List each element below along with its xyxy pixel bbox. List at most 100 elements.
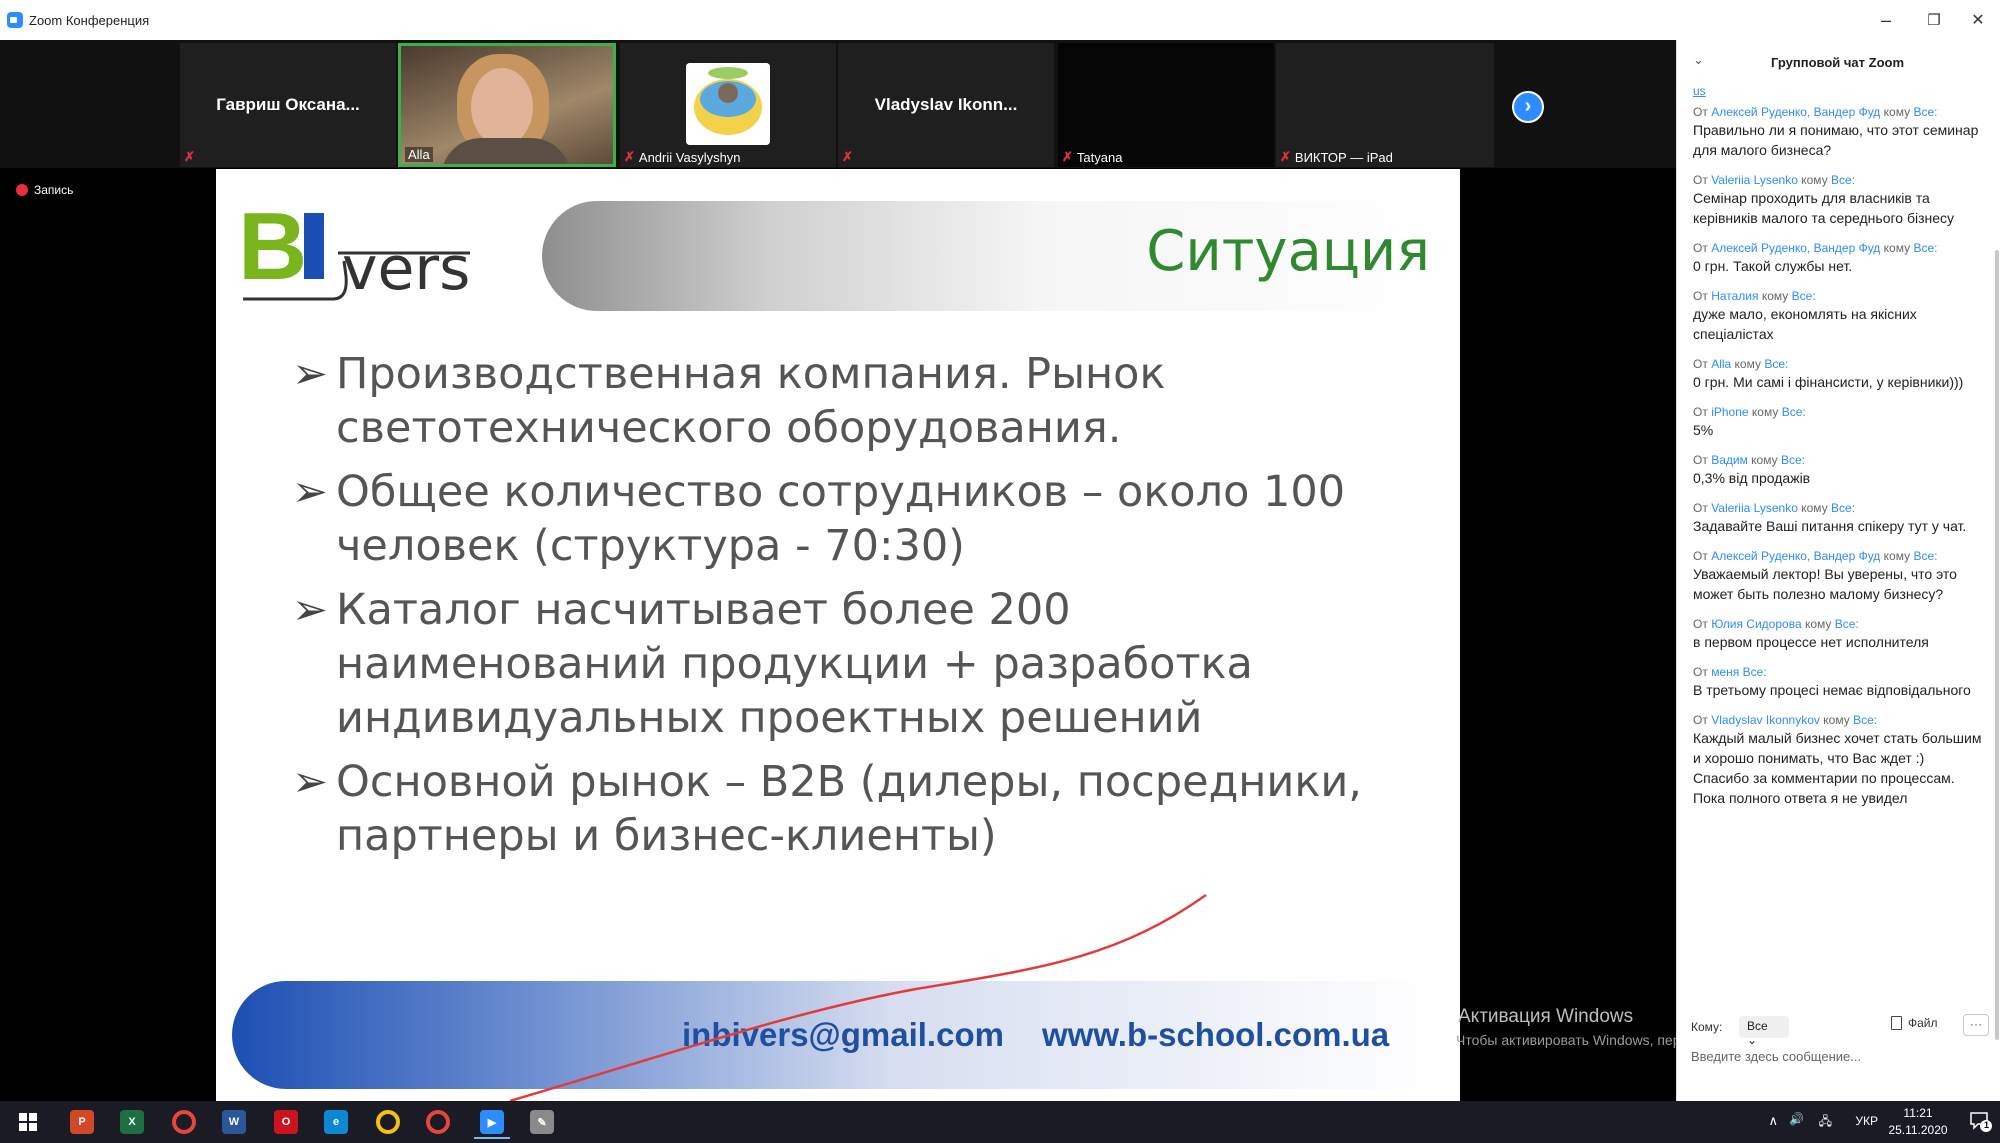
message-text: Семінар проходить для власників та керів…	[1693, 190, 1955, 226]
chat-scrollbar[interactable]	[1995, 250, 1999, 1040]
taskbar-edge-button[interactable]: e	[312, 1105, 360, 1139]
sender-name[interactable]: Алексей Руденко, Вандер Фуд	[1711, 241, 1880, 255]
participant-tile[interactable]: Гавриш Оксана... ✗	[180, 43, 396, 167]
message-text: Правильно ли я понимаю, что этот семинар…	[1693, 122, 1979, 158]
opera-icon: O	[274, 1110, 298, 1134]
record-icon	[16, 184, 28, 196]
message-text: Уважаемый лектор! Вы уверены, что это мо…	[1693, 566, 1957, 602]
collapse-chevron-icon[interactable]: ⌄	[1693, 52, 1704, 68]
participant-label: ✗ Andrii Vasylyshyn	[624, 149, 741, 165]
close-button[interactable]: ✕	[1958, 8, 1998, 32]
taskbar-powerpoint-button[interactable]: P	[58, 1105, 106, 1139]
taskbar-chrome-button[interactable]	[160, 1105, 208, 1139]
chat-title: Групповой чат Zoom	[1771, 55, 1905, 70]
participant-tile[interactable]: ✗ Tatyana	[1058, 43, 1274, 167]
participant-label: ✗	[842, 149, 853, 165]
sender-name[interactable]: Юлия Сидорова	[1711, 617, 1801, 631]
chat-message: От Alla кому Все: 0 грн. Ми самі і фінанс…	[1693, 356, 1983, 392]
participant-avatar	[686, 63, 770, 145]
network-icon[interactable]: 🖧	[1819, 1112, 1832, 1133]
taskbar-explorer-button[interactable]	[364, 1105, 412, 1139]
mic-muted-icon: ✗	[1280, 149, 1291, 164]
chat-link-fragment[interactable]: us	[1693, 84, 1983, 104]
message-meta: От Алексей Руденко, Вандер Фуд кому Все:	[1693, 241, 1938, 255]
message-meta: От Юлия Сидорова кому Все:	[1693, 617, 1859, 631]
notification-button[interactable]: 1	[1968, 1109, 1992, 1133]
participant-video	[401, 46, 613, 164]
language-indicator[interactable]: УКР	[1855, 1114, 1878, 1128]
edge-icon: e	[324, 1110, 348, 1134]
message-meta: От Алексей Руденко, Вандер Фуд кому Все:	[1693, 105, 1938, 119]
chat-message: От iPhone кому Все: 5%	[1693, 404, 1983, 440]
tray-chevron-icon[interactable]: ∧	[1768, 1113, 1778, 1129]
chat-message: От Вадим кому Все: 0,3% від продажів	[1693, 452, 1983, 488]
windows-activation-title: Активация Windows	[1458, 1006, 1634, 1027]
sender-name[interactable]: Alla	[1711, 357, 1731, 371]
sender-name[interactable]: iPhone	[1711, 405, 1748, 419]
recipient-name: Все:	[1913, 549, 1938, 563]
sender-name[interactable]: Valeriia Lysenko	[1711, 501, 1798, 515]
participant-label: Alla	[405, 147, 433, 162]
message-text: Каждый малый бизнес хочет стать большим …	[1693, 730, 1982, 766]
chat-messages[interactable]: us От Алексей Руденко, Вандер Фуд кому В…	[1677, 84, 1993, 1004]
sender-name[interactable]: Наталия	[1711, 289, 1758, 303]
chat-message: От Valeriia Lysenko кому Все: Семінар про…	[1693, 172, 1983, 228]
sender-name[interactable]: Алексей Руденко, Вандер Фуд	[1711, 105, 1880, 119]
taskbar-word-button[interactable]: W	[210, 1105, 258, 1139]
message-meta: От Алексей Руденко, Вандер Фуд кому Все:	[1693, 549, 1938, 563]
chat-message: От Vladyslav Ikonnykov кому Все: Каждый м…	[1693, 712, 1983, 768]
notification-count: 1	[1983, 1120, 1989, 1130]
file-icon	[1891, 1016, 1902, 1030]
recipient-select[interactable]: Все ⌄	[1739, 1016, 1789, 1047]
chat-header: ⌄ Групповой чат Zoom	[1677, 40, 2000, 84]
sender-name[interactable]: Алексей Руденко, Вандер Фуд	[1711, 549, 1880, 563]
recipient-name: Все:	[1791, 289, 1816, 303]
chat-message: От Юлия Сидорова кому Все: в первом проце…	[1693, 616, 1983, 652]
more-options-button[interactable]: ···	[1963, 1014, 1989, 1036]
next-participants-button[interactable]: ›	[1512, 91, 1544, 123]
recipient-name: Все:	[1913, 241, 1938, 255]
taskbar-excel-button[interactable]: X	[108, 1105, 156, 1139]
recording-indicator[interactable]: Запись	[16, 183, 73, 197]
message-input[interactable]	[1691, 1044, 1981, 1068]
message-meta: От Alla кому Все:	[1693, 357, 1789, 371]
message-text: В третьому процесі немає відповідального	[1693, 682, 1971, 698]
chrome-icon	[172, 1110, 196, 1134]
message-meta: От Valeriia Lysenko кому Все:	[1693, 173, 1856, 187]
message-text: Спасибо за комментарии по процессам. Пок…	[1693, 770, 1955, 806]
window-title: Zoom Конференция	[29, 12, 150, 28]
sender-name[interactable]: Valeriia Lysenko	[1711, 173, 1798, 187]
participant-label: ✗ Tatyana	[1062, 149, 1123, 165]
chat-panel: ⌄ Групповой чат Zoom us От Алексей Руден…	[1676, 40, 2000, 1101]
message-meta: От Наталия кому Все:	[1693, 289, 1816, 303]
recipient-name: Все:	[1742, 665, 1767, 679]
sender-name[interactable]: Вадим	[1711, 453, 1748, 467]
recipient-name: Все:	[1781, 405, 1806, 419]
excel-icon: X	[120, 1110, 144, 1134]
sender-name[interactable]: меня	[1711, 665, 1739, 679]
participant-tile[interactable]: Vladyslav Ikonn... ✗	[838, 43, 1054, 167]
clock[interactable]: 11:21 25.11.2020	[1888, 1105, 1948, 1139]
restore-button[interactable]: ❐	[1914, 8, 1954, 32]
message-text: 0,3% від продажів	[1693, 470, 1811, 486]
start-button[interactable]	[4, 1105, 52, 1139]
taskbar-chrome2-button[interactable]	[414, 1105, 462, 1139]
participant-tile[interactable]: ✗ Andrii Vasylyshyn	[620, 43, 836, 167]
zoom-icon: ▶	[480, 1110, 504, 1134]
message-text: 0 грн. Ми самі і фінансисти, у керівники…	[1693, 374, 1964, 390]
taskbar-opera-button[interactable]: O	[262, 1105, 310, 1139]
volume-icon[interactable]: 🔊	[1789, 1112, 1804, 1126]
minimize-button[interactable]: –	[1866, 8, 1906, 32]
participant-tile-active[interactable]: Alla	[398, 43, 616, 167]
sender-name[interactable]: Vladyslav Ikonnykov	[1711, 713, 1820, 727]
taskbar-zoom-button[interactable]: ▶	[468, 1105, 516, 1139]
taskbar-paint-button[interactable]: ✎	[518, 1105, 566, 1139]
participant-tile[interactable]: ✗ ВИКТОР — iPad	[1276, 43, 1494, 167]
recipient-name: Все:	[1831, 173, 1856, 187]
chat-message: От Алексей Руденко, Вандер Фуд кому Все:…	[1693, 548, 1983, 604]
recipient-name: Все:	[1831, 501, 1856, 515]
recipient-name: Все:	[1853, 713, 1878, 727]
paint-icon: ✎	[530, 1110, 554, 1134]
file-button[interactable]: Файл	[1891, 1016, 1938, 1030]
explorer-icon	[376, 1110, 400, 1134]
